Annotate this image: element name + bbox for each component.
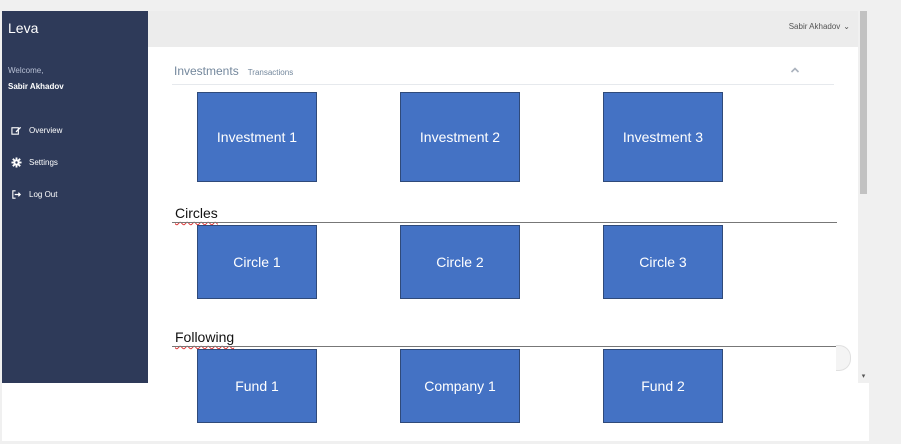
scroll-down-arrow-icon[interactable]: ▾ — [860, 373, 867, 380]
panel-header: Investments Transactions — [174, 64, 293, 78]
panel-divider — [172, 84, 834, 85]
chevron-down-icon: ⌄ — [843, 22, 850, 31]
edit-icon — [11, 126, 22, 135]
transactions-link[interactable]: Transactions — [248, 68, 294, 77]
circle-tile[interactable]: Circle 3 — [603, 225, 723, 299]
following-divider — [172, 346, 837, 347]
window-margin — [869, 0, 901, 444]
user-menu-name: Sabir Akhadov — [788, 22, 841, 31]
circle-tile[interactable]: Circle 1 — [197, 225, 317, 299]
following-tile[interactable]: Fund 2 — [603, 349, 723, 423]
gear-icon — [11, 156, 22, 168]
sidebar-item-overview[interactable]: Overview — [11, 123, 62, 137]
welcome-text: Welcome, — [8, 66, 44, 75]
sidebar-item-label: Log Out — [29, 189, 58, 199]
sidebar-item-logout[interactable]: Log Out — [11, 187, 57, 201]
scrollbar-thumb[interactable] — [860, 11, 867, 194]
circle-tile[interactable]: Circle 2 — [400, 225, 520, 299]
user-menu-dropdown[interactable]: Sabir Akhadov ⌄ — [789, 22, 850, 31]
circles-heading: Circles — [175, 205, 218, 221]
sidebar: Leva Welcome, Sabir Akhadov Overview Set… — [2, 11, 148, 383]
investment-tile[interactable]: Investment 1 — [197, 92, 317, 182]
sidebar-item-label: Settings — [29, 157, 58, 167]
following-heading: Following — [175, 329, 235, 345]
top-navbar: Sabir Akhadov ⌄ — [148, 11, 858, 47]
investment-tile[interactable]: Investment 2 — [400, 92, 520, 182]
investment-tile[interactable]: Investment 3 — [603, 92, 723, 182]
chevron-up-icon[interactable] — [790, 65, 800, 75]
sidebar-item-label: Overview — [29, 125, 63, 135]
sidebar-username: Sabir Akhadov — [8, 82, 64, 91]
logout-icon — [12, 189, 22, 199]
following-tile[interactable]: Company 1 — [400, 349, 520, 423]
circles-divider — [172, 222, 837, 223]
browser-viewport: Leva Welcome, Sabir Akhadov Overview Set… — [2, 11, 869, 383]
brand-logo[interactable]: Leva — [8, 20, 38, 36]
following-tile[interactable]: Fund 1 — [197, 349, 317, 423]
sidebar-item-settings[interactable]: Settings — [11, 155, 58, 169]
panel-title: Investments — [174, 64, 239, 78]
